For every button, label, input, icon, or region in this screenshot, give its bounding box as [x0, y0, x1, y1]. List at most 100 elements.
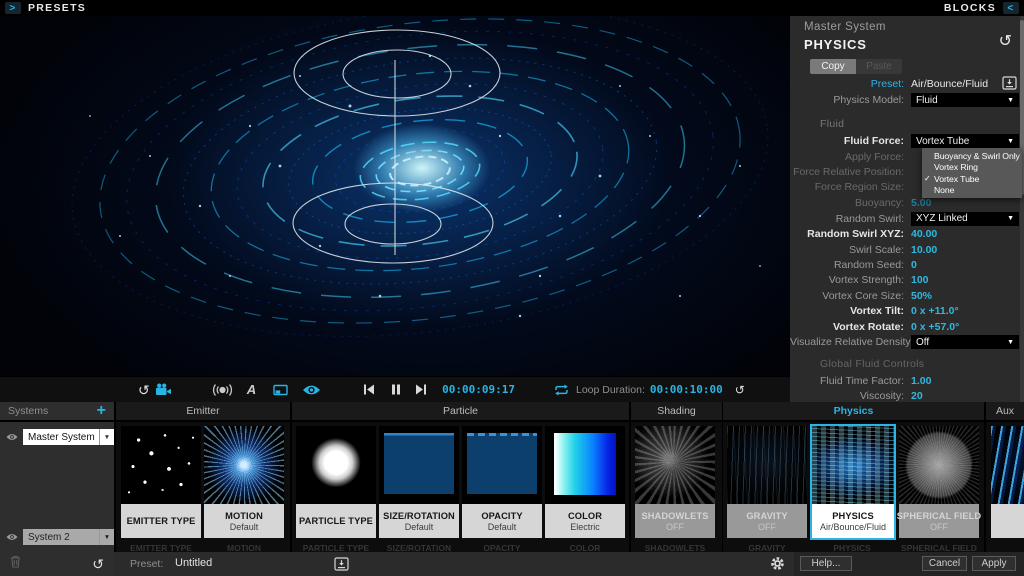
cancel-button[interactable]: Cancel: [922, 556, 967, 571]
fluid-time-factor-value[interactable]: 1.00: [911, 375, 931, 387]
shadowlets-thumbnail: [635, 426, 715, 504]
physics-thumbnail: [812, 426, 894, 504]
loop-duration-field[interactable]: 00:00:10:00: [650, 383, 723, 396]
swirl-scale-value[interactable]: 10.00: [911, 244, 937, 256]
reset-block-icon[interactable]: ↺: [999, 34, 1012, 50]
panel-title: PHYSICS: [804, 37, 867, 52]
section-emitter: Emitter EMITTER TYPE EMITTER TYPE MOTION…: [116, 402, 290, 552]
random-swirl-xyz-value[interactable]: 40.00: [911, 228, 937, 240]
block-card-opacity[interactable]: OPACITYDefault: [462, 426, 542, 538]
system-select-2[interactable]: System 2 ▼: [23, 529, 114, 545]
vortex-rotate-label: Vortex Rotate:: [790, 321, 911, 333]
eye-icon[interactable]: [6, 428, 18, 446]
pause-button[interactable]: [391, 384, 401, 395]
force-region-size-label: Force Region Size:: [790, 181, 911, 193]
menu-item-vortex-tube[interactable]: ✓ Vortex Tube: [922, 173, 1022, 185]
section-physics: Physics GRAVITYOFF GRAVITY PHYSICSAir/Bo…: [723, 402, 984, 552]
fluid-force-dropdown[interactable]: Vortex Tube ▼: [911, 134, 1019, 148]
preset-name-value[interactable]: Untitled: [175, 557, 212, 569]
current-timecode-field[interactable]: 00:00:09:17: [442, 383, 515, 396]
apply-force-label: Apply Force:: [790, 151, 911, 163]
horizon-grid-icon[interactable]: A: [247, 382, 256, 397]
block-card-spherical-field[interactable]: SPHERICAL FIELDOFF: [899, 426, 979, 538]
presets-toggle[interactable]: > PRESETS: [5, 2, 86, 14]
preset-row: Preset: Air/Bounce/Fluid: [790, 76, 1024, 92]
trash-icon[interactable]: [10, 555, 21, 573]
aux-thumbnail: [991, 426, 1024, 504]
apply-button[interactable]: Apply: [972, 556, 1016, 571]
physics-model-dropdown[interactable]: Fluid ▼: [911, 93, 1019, 107]
swirl-scale-label: Swirl Scale:: [790, 244, 911, 256]
preset-value[interactable]: Air/Bounce/Fluid: [911, 78, 988, 90]
random-swirl-dropdown[interactable]: XYZ Linked ▼: [911, 212, 1019, 226]
reset-systems-icon[interactable]: ↺: [92, 557, 104, 571]
block-card-physics[interactable]: PHYSICSAir/Bounce/Fluid: [812, 426, 894, 538]
loop-icon[interactable]: [553, 384, 570, 396]
go-to-start-button[interactable]: [363, 384, 375, 395]
panel-scrollbar[interactable]: [1020, 16, 1024, 402]
block-card-size-rotation[interactable]: SIZE/ROTATIONDefault: [379, 426, 459, 538]
fluid-force-label: Fluid Force:: [790, 135, 911, 147]
block-card-aux[interactable]: A: [991, 426, 1024, 538]
viscosity-value[interactable]: 20: [911, 390, 923, 402]
vortex-tilt-value[interactable]: 0 x +11.0°: [911, 305, 959, 317]
color-thumbnail: [545, 426, 625, 504]
systems-header: Systems: [8, 405, 48, 417]
vortex-rotate-value[interactable]: 0 x +57.0°: [911, 321, 959, 333]
chevron-right-icon[interactable]: >: [5, 2, 21, 14]
reset-view-icon[interactable]: ↺: [138, 383, 150, 397]
random-seed-value[interactable]: 0: [911, 259, 917, 271]
fluid-time-factor-label: Fluid Time Factor:: [790, 375, 911, 387]
visualize-relative-density-label: Visualize Relative Density:: [790, 336, 911, 348]
particle-preview-art: [0, 16, 790, 376]
spherical-field-thumbnail: [899, 426, 979, 504]
viewport-display-icon[interactable]: [273, 384, 288, 396]
save-preset-button[interactable]: [334, 557, 349, 576]
random-swirl-label: Random Swirl:: [790, 213, 911, 225]
loop-reset-icon[interactable]: ↺: [735, 384, 745, 396]
system-select-master[interactable]: Master System ▼: [23, 429, 114, 445]
camera-icon[interactable]: [155, 383, 172, 396]
section-shading: Shading SHADOWLETSOFF SHADOWLETS: [631, 402, 722, 552]
gear-icon[interactable]: [770, 556, 785, 576]
block-card-gravity[interactable]: GRAVITYOFF: [727, 426, 807, 538]
section-physics-header: Physics: [723, 402, 984, 422]
help-button[interactable]: Help...: [800, 556, 852, 571]
particle-preview-viewport[interactable]: [0, 16, 790, 376]
chevron-left-icon[interactable]: <: [1003, 2, 1019, 14]
visibility-eye-icon[interactable]: [302, 384, 321, 396]
go-to-end-button[interactable]: [415, 384, 427, 395]
block-card-shadowlets[interactable]: SHADOWLETSOFF: [635, 426, 715, 538]
block-card-particle-type[interactable]: PARTICLE TYPE: [296, 426, 376, 538]
presets-label: PRESETS: [28, 2, 86, 14]
add-system-button[interactable]: +: [97, 403, 106, 419]
section-particle-header: Particle: [292, 402, 629, 422]
preset-label: Preset:: [790, 78, 911, 90]
section-shading-header: Shading: [631, 402, 722, 422]
eye-icon[interactable]: [6, 528, 18, 546]
viscosity-label: Viscosity:: [790, 390, 911, 402]
buoyancy-value[interactable]: 5.00: [911, 197, 931, 209]
preset-name-label: Preset:: [130, 558, 163, 570]
loop-duration-label: Loop Duration:: [576, 384, 645, 396]
vortex-strength-value[interactable]: 100: [911, 274, 929, 286]
block-card-motion[interactable]: MOTIONDefault: [204, 426, 284, 538]
motion-blur-icon[interactable]: [212, 383, 233, 397]
opacity-thumbnail: [462, 426, 542, 504]
menu-item-none[interactable]: None: [922, 185, 1022, 197]
random-swirl-xyz-label: Random Swirl XYZ:: [790, 228, 911, 240]
menu-item-buoyancy-swirl-only[interactable]: Buoyancy & Swirl Only: [922, 150, 1022, 162]
block-card-color[interactable]: COLORElectric: [545, 426, 625, 538]
copy-button[interactable]: Copy: [810, 59, 856, 74]
chevron-down-icon: ▼: [1007, 138, 1014, 145]
visualize-relative-density-dropdown[interactable]: Off ▼: [911, 335, 1019, 349]
transport-bar: ↺ A 00:00:09:17 Loop Duration: 00:00:10:…: [0, 376, 790, 402]
chevron-down-icon: ▼: [99, 429, 114, 445]
vortex-core-size-value[interactable]: 50%: [911, 290, 932, 302]
dialog-actions: Help... Cancel Apply: [794, 552, 1024, 576]
paste-button[interactable]: Paste: [856, 59, 902, 74]
blocks-label: BLOCKS: [944, 2, 996, 14]
block-card-emitter-type[interactable]: EMITTER TYPE: [121, 426, 201, 538]
menu-item-vortex-ring[interactable]: Vortex Ring: [922, 162, 1022, 174]
blocks-toggle[interactable]: BLOCKS <: [944, 2, 1019, 14]
